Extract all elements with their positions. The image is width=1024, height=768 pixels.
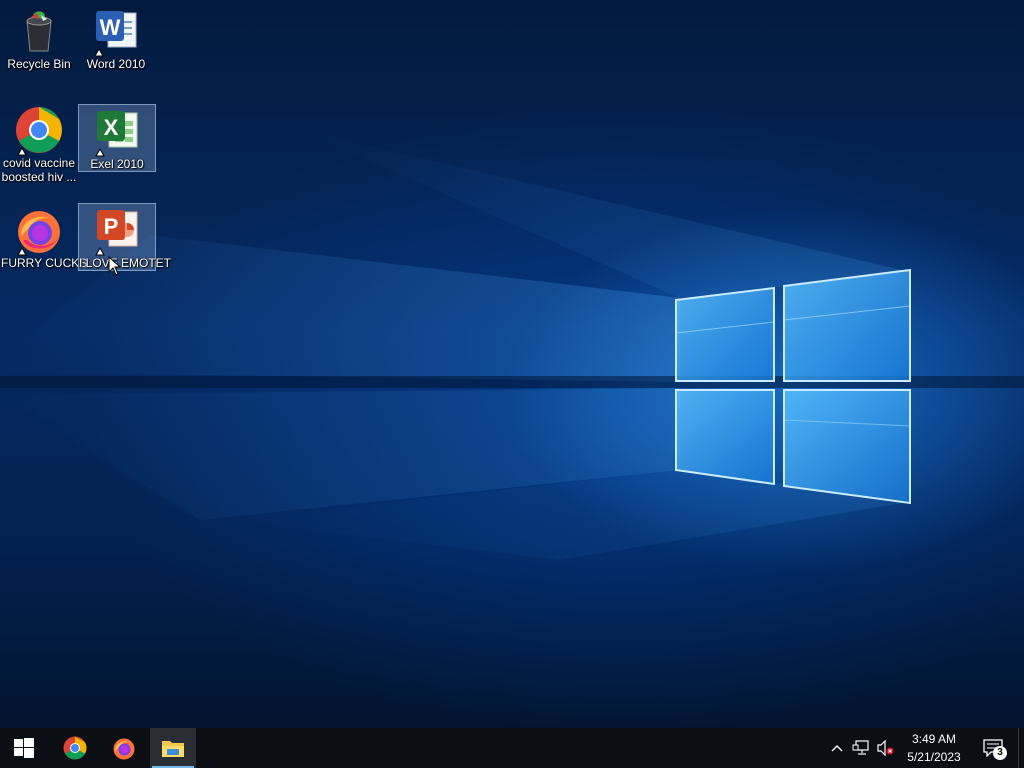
desktop-icon-recycle-bin[interactable]: Recycle Bin (0, 4, 78, 72)
powerpoint-icon: P (93, 206, 141, 256)
desktop-icon-label: FURRY CUCKS (1, 256, 88, 270)
desktop-icon-label: Word 2010 (86, 57, 146, 71)
desktop-icon-chrome[interactable]: covid vaccine boosted hiv ... (0, 103, 78, 187)
network-icon (852, 740, 869, 755)
firefox-icon (15, 206, 63, 256)
desktop-icon-label: covid vaccine (2, 156, 76, 170)
show-desktop-button[interactable] (1018, 728, 1024, 768)
chrome-icon (15, 106, 63, 156)
taskbar-file-explorer-button[interactable] (150, 728, 196, 768)
shortcut-arrow-icon (95, 246, 105, 256)
volume-muted-icon (877, 740, 894, 756)
windows-start-icon (14, 738, 34, 758)
desktop-icon-label: Recycle Bin (7, 57, 71, 71)
clock-time: 3:49 AM (911, 732, 957, 746)
start-button[interactable] (0, 728, 48, 768)
show-hidden-icons-button[interactable] (826, 728, 848, 768)
mouse-cursor-icon (108, 256, 122, 276)
taskbar-chrome-button[interactable] (52, 728, 98, 768)
desktop-icon-label: Exel 2010 (90, 157, 144, 171)
action-center-button[interactable]: 3 (978, 728, 1008, 768)
clock-date: 5/21/2023 (907, 750, 961, 764)
shortcut-arrow-icon (95, 147, 105, 157)
shortcut-arrow-icon (17, 246, 27, 256)
chrome-icon (63, 736, 87, 760)
folder-icon (162, 741, 184, 757)
taskbar: 3:49 AM 5/21/2023 3 (0, 728, 1024, 768)
recycle-bin-icon (15, 7, 63, 55)
taskbar-firefox-button[interactable] (101, 728, 147, 768)
desktop-icon-firefox[interactable]: FURRY CUCKS (0, 203, 88, 271)
clock[interactable]: 3:49 AM 5/21/2023 (896, 728, 972, 768)
firefox-icon (113, 738, 135, 760)
network-button[interactable] (850, 728, 872, 768)
svg-text:P: P (104, 214, 119, 239)
volume-button[interactable] (874, 728, 896, 768)
chevron-up-icon (831, 745, 843, 752)
notification-count-badge: 3 (993, 746, 1007, 760)
svg-text:W: W (100, 15, 121, 40)
shortcut-arrow-icon (17, 146, 27, 156)
desktop-icon-word[interactable]: W Word 2010 (77, 4, 155, 72)
word-icon: W (92, 7, 140, 57)
svg-text:X: X (104, 115, 119, 140)
shortcut-arrow-icon (94, 47, 104, 57)
desktop-icon-label-line2: boosted hiv ... (1, 170, 77, 184)
desktop[interactable]: Recycle Bin W Word 2010 covid vaccine bo… (0, 0, 1024, 728)
desktop-icon-excel[interactable]: X Exel 2010 (78, 104, 156, 172)
excel-icon: X (93, 107, 141, 157)
